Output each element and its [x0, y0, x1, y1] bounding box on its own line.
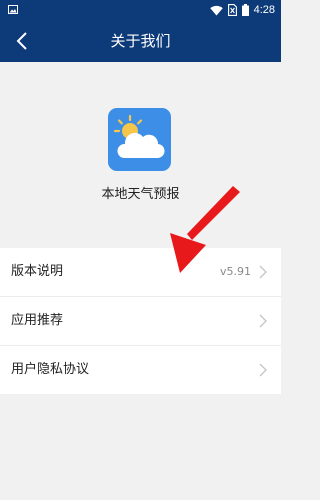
chevron-left-icon [16, 32, 27, 50]
app-name: 本地天气预报 [101, 187, 180, 202]
sim-card-icon [227, 4, 237, 16]
chevron-right-icon [259, 314, 267, 328]
version-notes-row[interactable]: 版本说明 v5.91 [0, 248, 281, 297]
chevron-right-icon [259, 265, 267, 279]
privacy-policy-row[interactable]: 用户隐私协议 [0, 346, 281, 394]
wifi-icon [209, 5, 223, 15]
status-bar: 4:28 [0, 0, 281, 20]
page-title: 关于我们 [110, 32, 171, 50]
row-label: 应用推荐 [11, 313, 64, 328]
settings-list: 版本说明 v5.91 应用推荐 用户隐私协议 [0, 248, 281, 394]
back-button[interactable] [6, 25, 38, 57]
chevron-right-icon [259, 363, 267, 377]
row-label: 版本说明 [11, 264, 64, 279]
status-time: 4:28 [253, 4, 275, 16]
image-notification-icon [8, 5, 18, 14]
app-recommend-row[interactable]: 应用推荐 [0, 297, 281, 346]
title-bar: 关于我们 [0, 20, 281, 62]
row-label: 用户隐私协议 [11, 362, 90, 377]
battery-icon [241, 4, 249, 16]
version-value: v5.91 [219, 265, 251, 278]
app-icon [108, 108, 171, 171]
weather-sun-cloud-icon [113, 114, 165, 159]
